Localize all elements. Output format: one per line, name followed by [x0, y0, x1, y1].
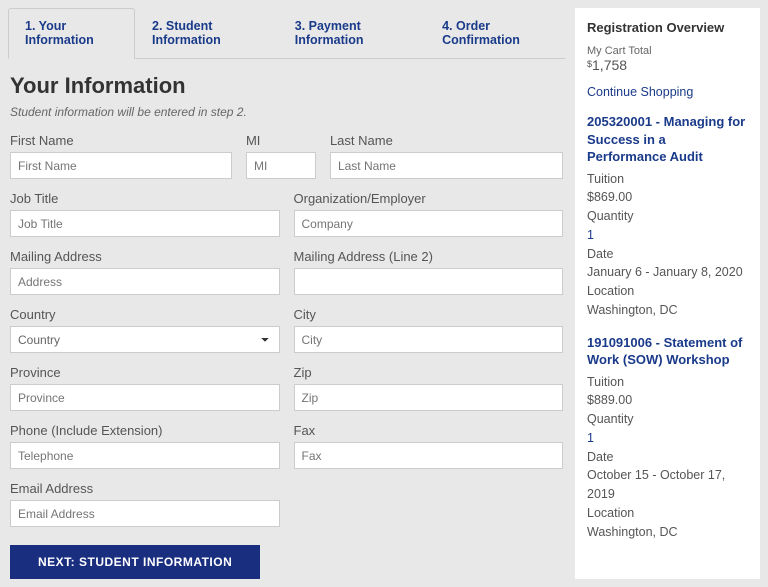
course-title-link[interactable]: 205320001 - Managing for Success in a Pe…: [587, 113, 748, 166]
date-value: October 15 - October 17, 2019: [587, 466, 748, 504]
sidebar-heading: Registration Overview: [587, 20, 748, 35]
email-label: Email Address: [10, 481, 280, 496]
date-value: January 6 - January 8, 2020: [587, 263, 748, 282]
tab-student-information[interactable]: 2. Student Information: [135, 8, 278, 58]
location-label: Location: [587, 504, 748, 523]
location-value: Washington, DC: [587, 523, 748, 542]
zip-label: Zip: [294, 365, 564, 380]
quantity-label: Quantity: [587, 410, 748, 429]
quantity-value: 1: [587, 226, 748, 245]
tuition-label: Tuition: [587, 373, 748, 392]
fax-input[interactable]: [294, 442, 564, 469]
mailing-address2-label: Mailing Address (Line 2): [294, 249, 564, 264]
mailing-address2-input[interactable]: [294, 268, 564, 295]
tab-payment-information[interactable]: 3. Payment Information: [278, 8, 425, 58]
location-label: Location: [587, 282, 748, 301]
sidebar-overview: Registration Overview My Cart Total $1,7…: [575, 8, 760, 579]
tuition-value: $869.00: [587, 188, 748, 207]
province-label: Province: [10, 365, 280, 380]
job-title-label: Job Title: [10, 191, 280, 206]
quantity-label: Quantity: [587, 207, 748, 226]
tuition-value: $889.00: [587, 391, 748, 410]
organization-input[interactable]: [294, 210, 564, 237]
mailing-address-input[interactable]: [10, 268, 280, 295]
location-value: Washington, DC: [587, 301, 748, 320]
page-title: Your Information: [10, 73, 563, 99]
last-name-input[interactable]: [330, 152, 563, 179]
organization-label: Organization/Employer: [294, 191, 564, 206]
city-input[interactable]: [294, 326, 564, 353]
city-label: City: [294, 307, 564, 322]
fax-label: Fax: [294, 423, 564, 438]
mi-input[interactable]: [246, 152, 316, 179]
step-tabs: 1. Your Information 2. Student Informati…: [8, 8, 565, 59]
course-item: 205320001 - Managing for Success in a Pe…: [587, 113, 748, 320]
tuition-label: Tuition: [587, 170, 748, 189]
last-name-label: Last Name: [330, 133, 563, 148]
cart-total-value: $1,758: [587, 57, 748, 73]
next-button[interactable]: NEXT: STUDENT INFORMATION: [10, 545, 260, 579]
course-title-link[interactable]: 191091006 - Statement of Work (SOW) Work…: [587, 334, 748, 369]
phone-label: Phone (Include Extension): [10, 423, 280, 438]
tab-order-confirmation[interactable]: 4. Order Confirmation: [425, 8, 565, 58]
first-name-input[interactable]: [10, 152, 232, 179]
date-label: Date: [587, 448, 748, 467]
job-title-input[interactable]: [10, 210, 280, 237]
quantity-value: 1: [587, 429, 748, 448]
phone-input[interactable]: [10, 442, 280, 469]
mi-label: MI: [246, 133, 316, 148]
zip-input[interactable]: [294, 384, 564, 411]
email-input[interactable]: [10, 500, 280, 527]
country-select[interactable]: Country: [10, 326, 280, 353]
mailing-address-label: Mailing Address: [10, 249, 280, 264]
main-content: 1. Your Information 2. Student Informati…: [8, 8, 565, 579]
continue-shopping-link[interactable]: Continue Shopping: [587, 85, 748, 99]
tab-your-information[interactable]: 1. Your Information: [8, 8, 135, 59]
first-name-label: First Name: [10, 133, 232, 148]
cart-total-label: My Cart Total: [587, 45, 748, 57]
course-item: 191091006 - Statement of Work (SOW) Work…: [587, 334, 748, 542]
province-input[interactable]: [10, 384, 280, 411]
country-label: Country: [10, 307, 280, 322]
date-label: Date: [587, 245, 748, 264]
page-subtitle: Student information will be entered in s…: [10, 105, 563, 119]
